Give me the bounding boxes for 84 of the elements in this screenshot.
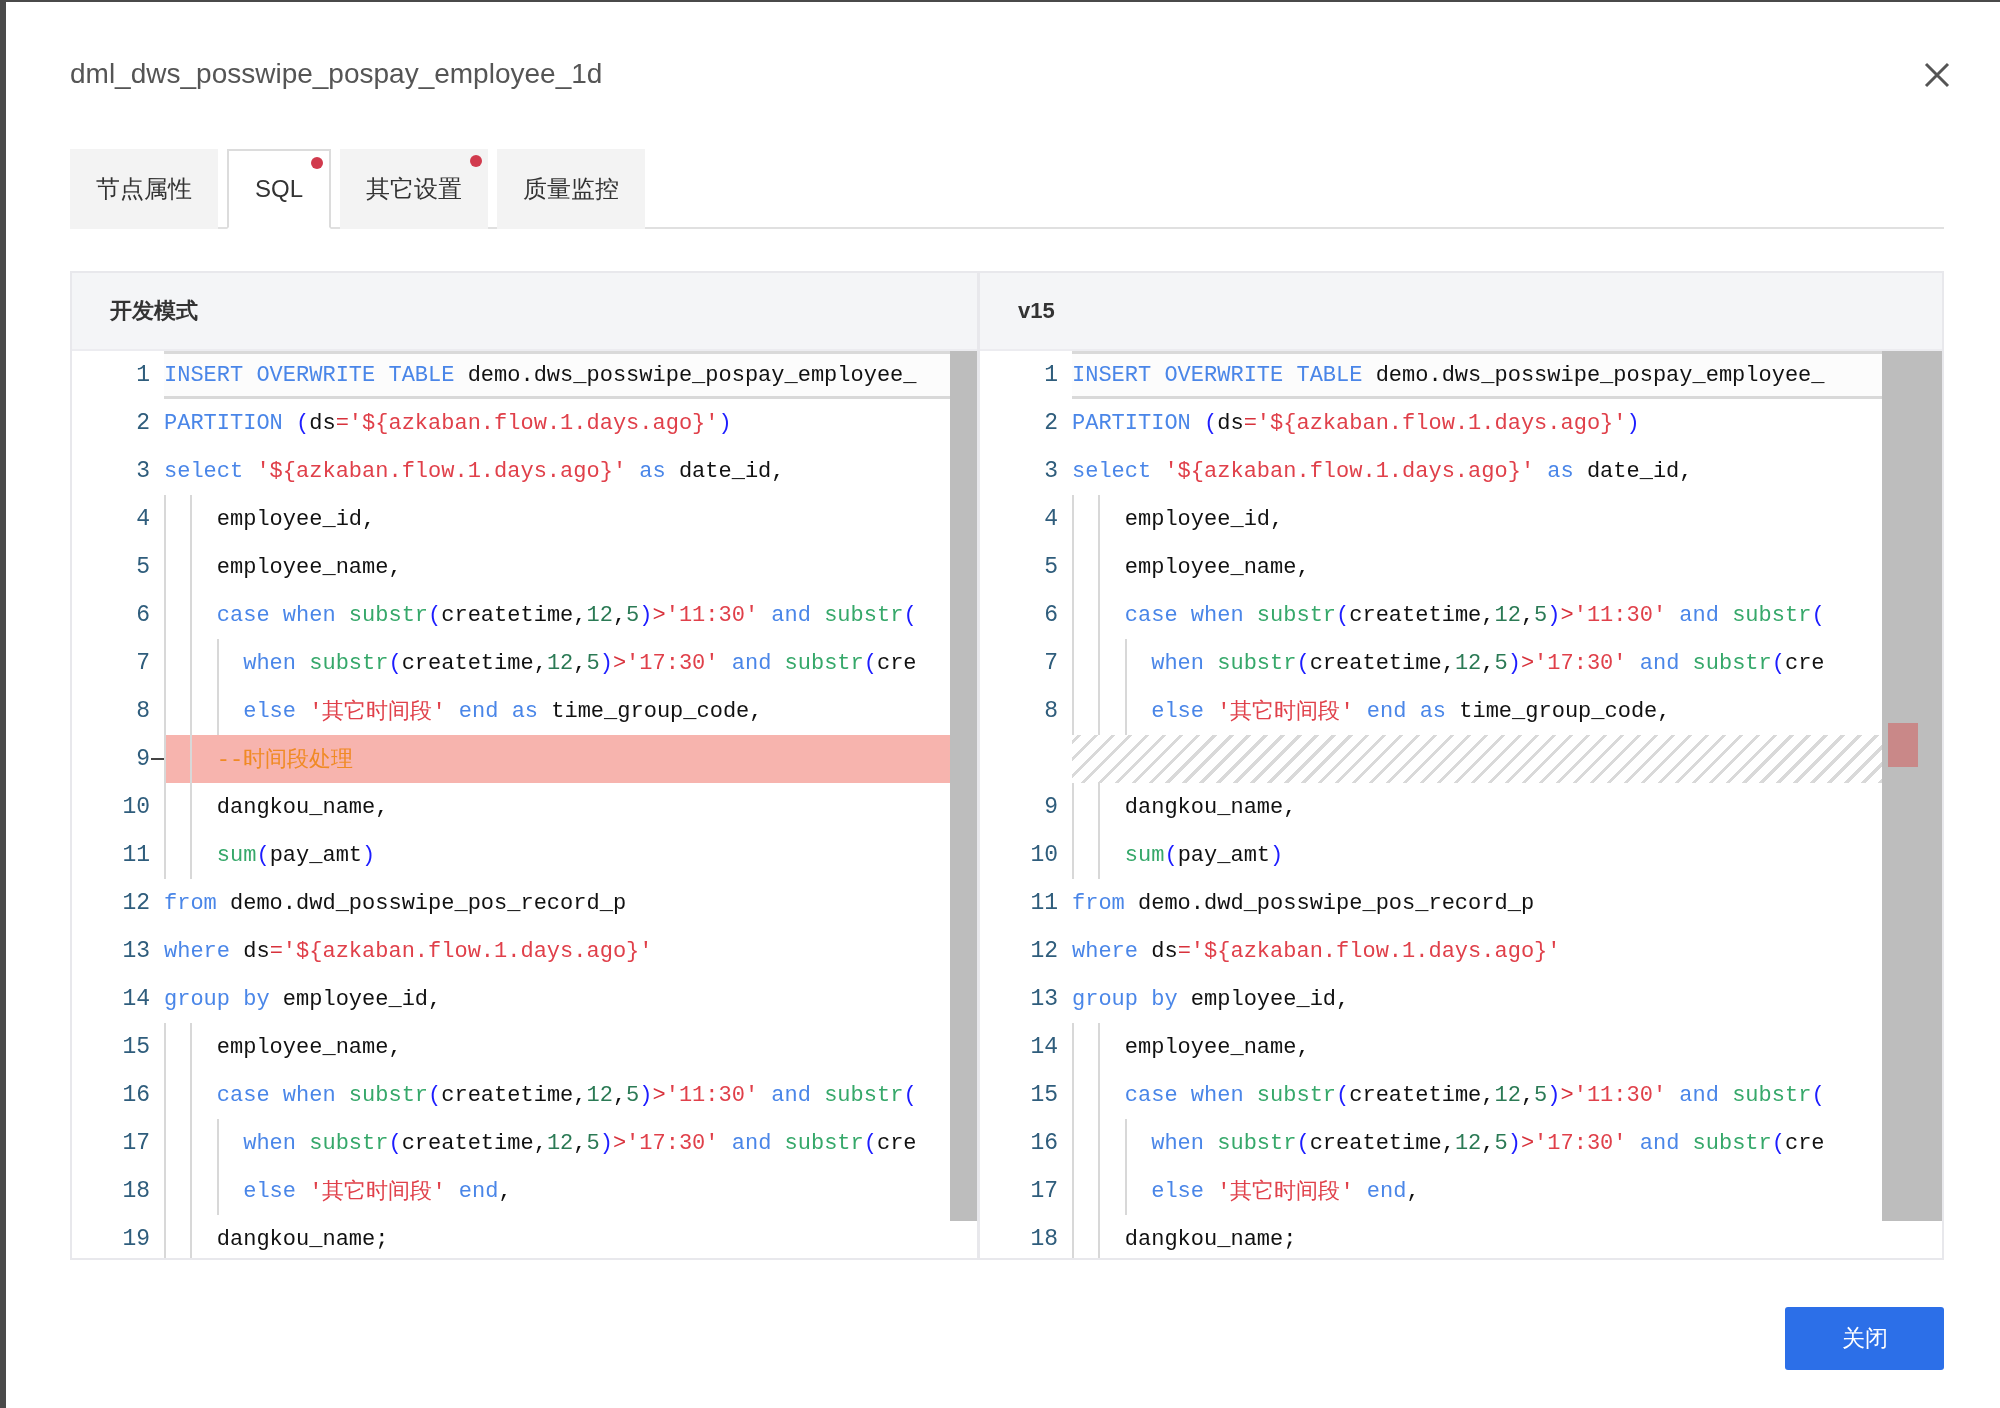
line-number: 11 [1030, 890, 1058, 916]
code-line: else '其它时间段' end as time_group_code, [1150, 697, 1672, 727]
line-number: 13 [122, 938, 150, 964]
line-number: 4 [136, 506, 150, 532]
line-number: 9 [1044, 794, 1058, 820]
code-line: employee_name, [215, 553, 403, 582]
code-line: where ds='${azkaban.flow.1.days.ago}' [1072, 937, 1562, 966]
code-line: employee_id, [215, 505, 377, 534]
code-line: else '其它时间段' end as time_group_code, [242, 697, 764, 727]
line-number: 17 [122, 1130, 150, 1156]
code-line: dangkou_name; [215, 1225, 390, 1254]
code-line: case when substr(createtime,12,5)>'11:30' and substr( [215, 601, 918, 630]
line-number: 5 [136, 554, 150, 580]
line-number: 16 [1030, 1130, 1058, 1156]
line-number: 12 [1030, 938, 1058, 964]
code-line: PARTITION (ds='${azkaban.flow.1.days.ago}') [1072, 409, 1641, 438]
code-line: sum(pay_amt) [215, 841, 377, 870]
line-number: 10 [122, 794, 150, 820]
code-line: PARTITION (ds='${azkaban.flow.1.days.ago}') [164, 409, 733, 438]
code-line: employee_name, [215, 1033, 403, 1062]
code-line: dangkou_name, [1123, 793, 1298, 822]
line-number: 15 [122, 1034, 150, 1060]
code-line: select '${azkaban.flow.1.days.ago}' as date_id, [164, 457, 786, 486]
line-number: 8 [1044, 698, 1058, 724]
line-number: 2 [136, 410, 150, 436]
pane-header: 开发模式 [72, 273, 977, 351]
code-line: from demo.dwd_posswipe_pos_record_p [164, 889, 628, 918]
code-line: employee_name, [1123, 553, 1311, 582]
line-number: 19 [122, 1226, 150, 1252]
code-line: sum(pay_amt) [1123, 841, 1285, 870]
code-line: when substr(createtime,12,5)>'17:30' and substr(cre [1150, 649, 1826, 678]
code-line: employee_name, [1123, 1033, 1311, 1062]
line-number: 11 [122, 842, 150, 868]
code-line: select '${azkaban.flow.1.days.ago}' as date_id, [1072, 457, 1694, 486]
line-number: 13 [1030, 986, 1058, 1012]
tab[interactable]: 节点属性 [70, 149, 218, 229]
line-number: 16 [122, 1082, 150, 1108]
code-line: case when substr(createtime,12,5)>'11:30' and substr( [1123, 1081, 1826, 1110]
code-line: from demo.dwd_posswipe_pos_record_p [1072, 889, 1536, 918]
line-number: 8 [136, 698, 150, 724]
code-line: dangkou_name, [215, 793, 390, 822]
code-line: where ds='${azkaban.flow.1.days.ago}' [164, 937, 654, 966]
line-number: 2 [1044, 410, 1058, 436]
code-line: else '其它时间段' end, [242, 1177, 513, 1207]
deleted-code-line: --时间段处理 [215, 747, 355, 775]
line-number: 10 [1030, 842, 1058, 868]
code-line: group by employee_id, [1072, 985, 1351, 1014]
line-number: 18 [122, 1178, 150, 1204]
line-number: 7 [136, 650, 150, 676]
dialog-title: dml_dws_posswipe_pospay_employee_1d [70, 58, 603, 90]
code-line: else '其它时间段' end, [1150, 1177, 1421, 1207]
tab[interactable]: 质量监控 [497, 149, 646, 229]
scrollbar[interactable] [1882, 351, 1942, 1221]
line-number: 15 [1030, 1082, 1058, 1108]
code-line: when substr(createtime,12,5)>'17:30' and substr(cre [242, 649, 918, 678]
scrollbar[interactable] [950, 351, 977, 1221]
code-line: when substr(createtime,12,5)>'17:30' and substr(cre [1150, 1129, 1826, 1158]
line-number: 5 [1044, 554, 1058, 580]
close-button[interactable]: 关闭 [1785, 1307, 1944, 1370]
line-number: 17 [1030, 1178, 1058, 1204]
line-number: 6 [1044, 602, 1058, 628]
line-number: 12 [122, 890, 150, 916]
line-number: 6 [136, 602, 150, 628]
line-number: 3 [136, 458, 150, 484]
line-number: 4 [1044, 506, 1058, 532]
line-number: 14 [122, 986, 150, 1012]
code-line: when substr(createtime,12,5)>'17:30' and substr(cre [242, 1129, 918, 1158]
line-number: 18 [1030, 1226, 1058, 1252]
code-line: case when substr(createtime,12,5)>'11:30' and substr( [215, 1081, 918, 1110]
line-number: 7 [1044, 650, 1058, 676]
pane-header: v15 [980, 273, 1942, 351]
line-number: 1 [136, 362, 150, 388]
line-number: 14 [1030, 1034, 1058, 1060]
close-icon[interactable] [1924, 62, 1950, 88]
code-line: employee_id, [1123, 505, 1285, 534]
tab[interactable]: 其它设置 [340, 149, 489, 229]
code-line: case when substr(createtime,12,5)>'11:30' and substr( [1123, 601, 1826, 630]
diff-marker [1888, 723, 1918, 767]
code-line: dangkou_name; [1123, 1225, 1298, 1254]
line-number: 3 [1044, 458, 1058, 484]
line-number: 9 [136, 746, 150, 772]
line-number: 1 [1044, 362, 1058, 388]
code-line: group by employee_id, [164, 985, 443, 1014]
tab[interactable]: SQL [227, 149, 332, 229]
